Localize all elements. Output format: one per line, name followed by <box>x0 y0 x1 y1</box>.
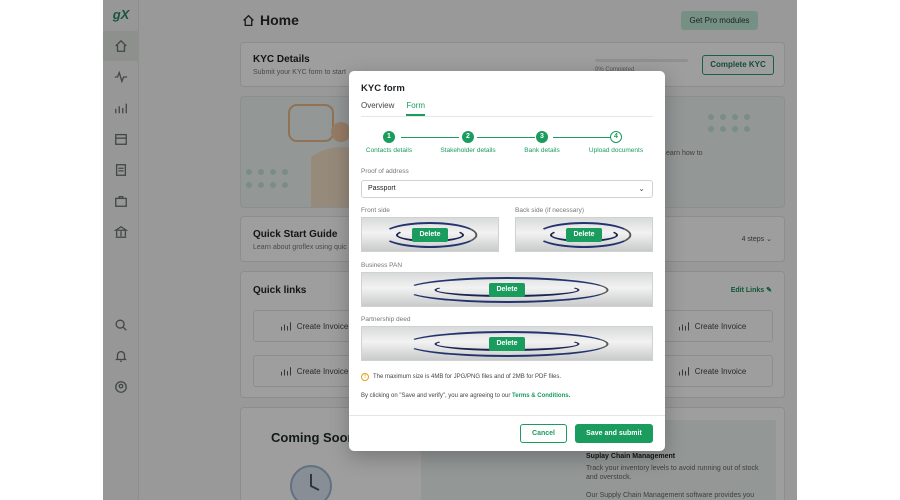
business-pan-preview: Delete <box>361 272 653 307</box>
step-label: Bank details <box>524 147 560 154</box>
file-size-note: ! The maximum size is 4MB for JPG/PNG fi… <box>361 373 561 381</box>
delete-deed-button[interactable]: Delete <box>489 336 525 351</box>
warning-icon: ! <box>361 373 369 381</box>
delete-front-button[interactable]: Delete <box>412 227 448 242</box>
file-size-note-text: The maximum size is 4MB for JPG/PNG file… <box>373 374 562 380</box>
step-label: Upload documents <box>588 147 644 154</box>
proof-of-address-value: Passport <box>368 185 396 192</box>
kyc-stepper: 1 Contacts details 2 Stakeholder details… <box>361 131 653 161</box>
step-label: Stakeholder details <box>440 147 496 154</box>
modal-title: KYC form <box>361 83 405 94</box>
step-stakeholder[interactable]: 2 Stakeholder details <box>435 131 501 154</box>
step-number: 2 <box>462 131 474 143</box>
cancel-button[interactable]: Cancel <box>520 424 567 443</box>
back-side-preview: Delete <box>515 217 653 252</box>
step-contacts[interactable]: 1 Contacts details <box>361 131 417 154</box>
step-upload[interactable]: 4 Upload documents <box>583 131 649 154</box>
step-number: 3 <box>536 131 548 143</box>
back-side-label: Back side (if necessary) <box>515 207 584 214</box>
partnership-deed-preview: Delete <box>361 326 653 361</box>
business-pan-label: Business PAN <box>361 262 403 269</box>
delete-back-button[interactable]: Delete <box>566 227 602 242</box>
front-side-preview: Delete <box>361 217 499 252</box>
step-number: 4 <box>610 131 622 143</box>
kyc-form-modal: KYC form Overview Form 1 Contacts detail… <box>349 71 665 451</box>
chevron-down-icon: ⌄ <box>638 184 645 193</box>
delete-pan-button[interactable]: Delete <box>489 282 525 297</box>
terms-agreement: By clicking on "Save and verify", you ar… <box>361 393 570 399</box>
step-label: Contacts details <box>365 147 413 154</box>
modal-footer-divider <box>349 415 665 416</box>
save-and-submit-button[interactable]: Save and submit <box>575 424 653 443</box>
terms-link[interactable]: Terms & Conditions. <box>512 393 570 399</box>
proof-of-address-label: Proof of address <box>361 168 409 175</box>
tab-overview[interactable]: Overview <box>361 101 394 116</box>
front-side-label: Front side <box>361 207 390 214</box>
partnership-deed-label: Partnership deed <box>361 316 411 323</box>
tab-form[interactable]: Form <box>406 101 426 116</box>
modal-tabs: Overview Form <box>361 101 653 117</box>
terms-agreement-text: By clicking on "Save and verify", you ar… <box>361 393 511 399</box>
step-bank[interactable]: 3 Bank details <box>520 131 564 154</box>
step-number: 1 <box>383 131 395 143</box>
proof-of-address-select[interactable]: Passport ⌄ <box>361 180 653 198</box>
